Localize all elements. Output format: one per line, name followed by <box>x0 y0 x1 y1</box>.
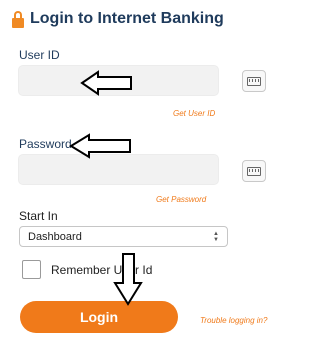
arrow-login-icon <box>113 253 143 306</box>
annotation-arrows <box>69 70 143 306</box>
arrow-user-id-icon <box>80 70 132 96</box>
arrow-password-icon <box>69 133 131 159</box>
